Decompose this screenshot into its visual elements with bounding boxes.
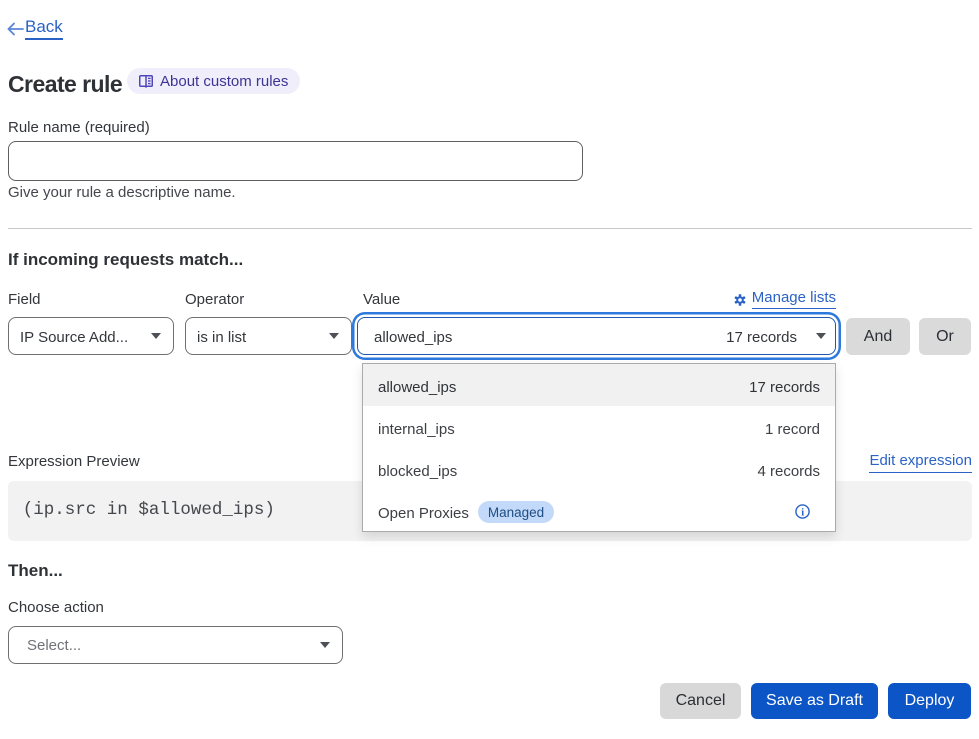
svg-text:i: i <box>801 507 804 518</box>
